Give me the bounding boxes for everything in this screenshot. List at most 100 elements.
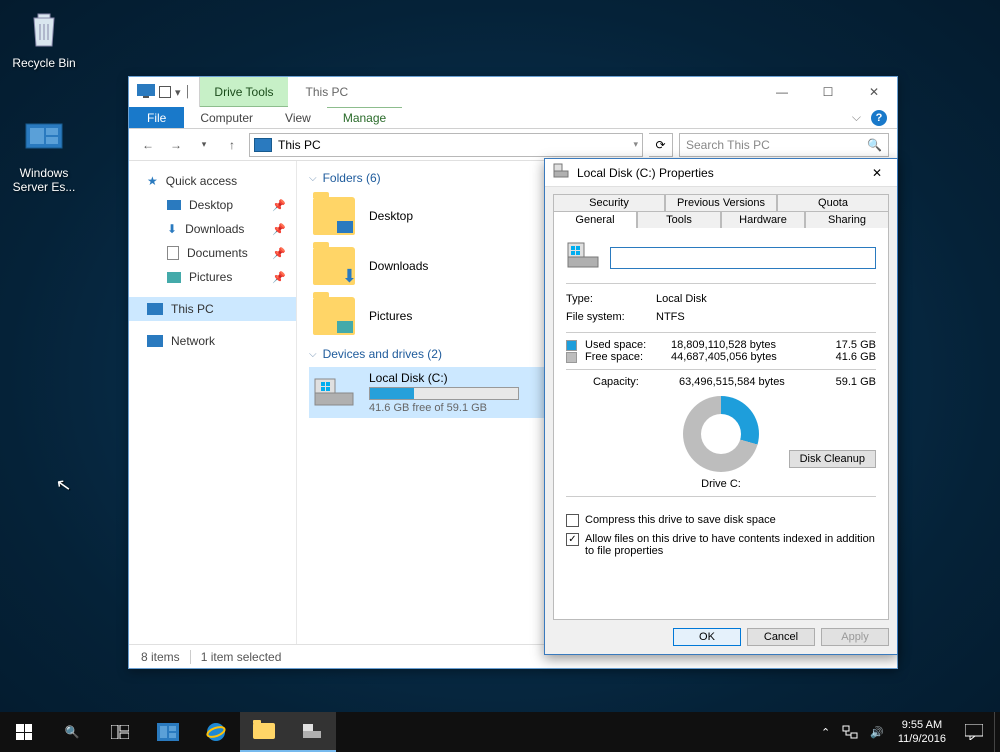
apply-button[interactable]: Apply (821, 628, 889, 646)
forward-button[interactable]: → (165, 133, 187, 157)
tab-sharing[interactable]: Sharing (805, 211, 889, 228)
compress-label: Compress this drive to save disk space (585, 514, 776, 526)
dialog-close-button[interactable]: ✕ (865, 161, 889, 185)
cancel-button[interactable]: Cancel (747, 628, 815, 646)
pin-icon: 📌 (272, 223, 286, 236)
up-button[interactable]: ↑ (221, 133, 243, 157)
action-center-button[interactable] (954, 712, 994, 752)
clock-time: 9:55 AM (898, 718, 946, 732)
taskbar-search-button[interactable]: 🔍 (48, 712, 96, 752)
used-swatch (566, 340, 577, 351)
pin-icon: 📌 (272, 199, 286, 212)
compress-checkbox[interactable] (566, 514, 579, 527)
desktop-icon-recycle-bin[interactable]: Recycle Bin (6, 4, 82, 70)
usage-pie-chart (683, 396, 759, 472)
folder-icon: ⬇ (313, 247, 355, 285)
qat-separator: │ (185, 86, 192, 98)
monitor-icon (137, 84, 155, 101)
disk-properties-dialog: Local Disk (C:) Properties ✕ Security Pr… (544, 158, 898, 655)
search-input[interactable]: Search This PC 🔍 (679, 133, 889, 157)
taskbar-clock[interactable]: 9:55 AM 11/9/2016 (890, 718, 954, 747)
refresh-button[interactable]: ⟳ (649, 133, 673, 157)
folder-icon (313, 197, 355, 235)
free-gb: 41.6 GB (822, 351, 876, 363)
search-icon: 🔍 (867, 138, 882, 152)
sidebar-network[interactable]: Network (129, 329, 296, 353)
ribbon-tab-view[interactable]: View (269, 107, 327, 128)
taskbar-ie[interactable] (192, 712, 240, 752)
ribbon-tab-manage[interactable]: Manage (327, 107, 402, 128)
chevron-down-icon: ⌵ (309, 173, 317, 184)
tab-hardware[interactable]: Hardware (721, 211, 805, 228)
help-icon[interactable]: ? (871, 110, 887, 126)
qat: ▾ │ (129, 77, 200, 107)
contextual-tab-drive-tools: Drive Tools (200, 77, 287, 107)
this-pc-icon (147, 303, 163, 315)
sidebar-quick-access[interactable]: ★Quick access (129, 169, 296, 193)
index-checkbox[interactable]: ✓ (566, 533, 579, 546)
qat-dropdown-icon[interactable]: ▾ (175, 86, 181, 99)
folder-icon (313, 297, 355, 335)
ok-button[interactable]: OK (673, 628, 741, 646)
filesystem-label: File system: (566, 311, 646, 323)
search-placeholder: Search This PC (686, 138, 770, 152)
sidebar-documents[interactable]: Documents📌 (129, 241, 296, 265)
tab-previous-versions[interactable]: Previous Versions (665, 194, 777, 211)
type-value: Local Disk (656, 293, 707, 305)
star-icon: ★ (147, 174, 158, 188)
start-button[interactable] (0, 712, 48, 752)
tab-security[interactable]: Security (553, 194, 665, 211)
tray-volume-icon[interactable]: 🔊 (864, 712, 890, 752)
minimize-button[interactable]: — (759, 77, 805, 107)
properties-qat-icon[interactable] (159, 86, 171, 98)
ribbon-expand-icon[interactable]: ⌵ (852, 110, 861, 125)
recent-locations-button[interactable]: ▾ (193, 133, 215, 157)
capacity-bytes: 63,496,515,584 bytes (679, 376, 814, 388)
used-label: Used space: (585, 339, 663, 351)
desktop-icon-label: Windows Server Es... (6, 166, 82, 195)
tray-overflow-icon[interactable]: ⌃ (815, 712, 836, 752)
separator (190, 650, 191, 664)
chevron-down-icon: ⌵ (309, 349, 317, 360)
show-desktop-button[interactable] (994, 712, 1000, 752)
status-selected-count: 1 item selected (201, 650, 282, 664)
volume-label-input[interactable] (610, 247, 876, 269)
close-button[interactable]: ✕ (851, 77, 897, 107)
drive-icon (553, 163, 569, 182)
drive-large-icon (566, 241, 600, 274)
taskbar-task-view-button[interactable] (96, 712, 144, 752)
pin-icon: 📌 (272, 271, 286, 284)
general-tab-pane: Type:Local Disk File system:NTFS Used sp… (553, 227, 889, 620)
taskbar-disk-properties[interactable] (288, 712, 336, 752)
document-icon (167, 246, 179, 260)
tab-general[interactable]: General (553, 211, 637, 228)
back-button[interactable]: ← (137, 133, 159, 157)
ribbon-tabs: File Computer View Manage ⌵ ? (129, 107, 897, 129)
clock-date: 11/9/2016 (898, 732, 946, 746)
desktop-icon (167, 200, 181, 210)
desktop-icon-label: Recycle Bin (6, 56, 82, 70)
sidebar-pictures[interactable]: Pictures📌 (129, 265, 296, 289)
disk-cleanup-button[interactable]: Disk Cleanup (789, 450, 876, 468)
sidebar-desktop[interactable]: Desktop📌 (129, 193, 296, 217)
address-bar: ← → ▾ ↑ This PC ▾ ⟳ Search This PC 🔍 (129, 129, 897, 161)
tab-tools[interactable]: Tools (637, 211, 721, 228)
sidebar-this-pc[interactable]: This PC (129, 297, 296, 321)
address-crumb[interactable]: This PC (278, 138, 321, 152)
address-dropdown-icon[interactable]: ▾ (633, 139, 638, 150)
maximize-button[interactable]: ☐ (805, 77, 851, 107)
tray-network-icon[interactable] (836, 712, 864, 752)
drive-local-disk-c[interactable]: Local Disk (C:) 41.6 GB free of 59.1 GB (309, 367, 547, 418)
used-gb: 17.5 GB (822, 339, 876, 351)
desktop-icon-windows-server-essentials[interactable]: Windows Server Es... (6, 114, 82, 195)
address-input[interactable]: This PC ▾ (249, 133, 643, 157)
ribbon-tab-file[interactable]: File (129, 107, 184, 128)
taskbar-server-manager[interactable] (144, 712, 192, 752)
ribbon-tab-computer[interactable]: Computer (184, 107, 269, 128)
taskbar-file-explorer[interactable] (240, 712, 288, 752)
dialog-titlebar: Local Disk (C:) Properties ✕ (545, 159, 897, 187)
tab-quota[interactable]: Quota (777, 194, 889, 211)
sidebar-downloads[interactable]: ⬇Downloads📌 (129, 217, 296, 241)
network-icon (147, 335, 163, 347)
drive-letter-label: Drive C: (566, 474, 876, 490)
